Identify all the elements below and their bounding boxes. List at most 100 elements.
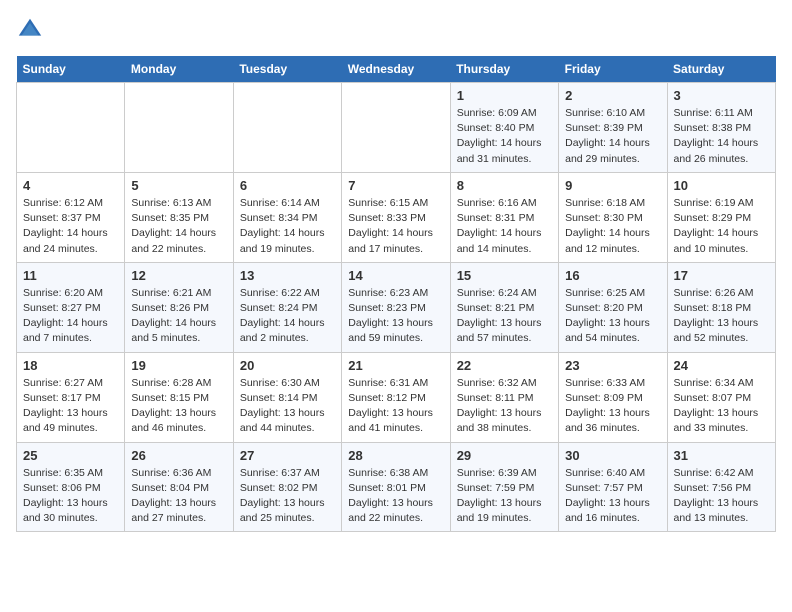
week-row-1: 1 Sunrise: 6:09 AM Sunset: 8:40 PM Daylig… bbox=[17, 83, 776, 173]
calendar-cell bbox=[342, 83, 450, 173]
day-number: 19 bbox=[131, 358, 226, 373]
calendar-cell: 19 Sunrise: 6:28 AM Sunset: 8:15 PM Dayli… bbox=[125, 352, 233, 442]
day-number: 25 bbox=[23, 448, 118, 463]
day-info: Sunrise: 6:40 AM Sunset: 7:57 PM Dayligh… bbox=[565, 466, 660, 527]
day-number: 31 bbox=[674, 448, 769, 463]
calendar-cell: 26 Sunrise: 6:36 AM Sunset: 8:04 PM Dayli… bbox=[125, 442, 233, 532]
week-row-4: 18Sunrise: 6:27 AM Sunset: 8:17 PM Dayli… bbox=[17, 352, 776, 442]
day-info: Sunrise: 6:19 AM Sunset: 8:29 PM Dayligh… bbox=[674, 196, 769, 257]
calendar-table: SundayMondayTuesdayWednesdayThursdayFrid… bbox=[16, 56, 776, 532]
day-number: 22 bbox=[457, 358, 552, 373]
day-info: Sunrise: 6:22 AM Sunset: 8:24 PM Dayligh… bbox=[240, 286, 335, 347]
day-info: Sunrise: 6:12 AM Sunset: 8:37 PM Dayligh… bbox=[23, 196, 118, 257]
page-header bbox=[16, 16, 776, 44]
calendar-cell: 20Sunrise: 6:30 AM Sunset: 8:14 PM Dayli… bbox=[233, 352, 341, 442]
calendar-cell: 24Sunrise: 6:34 AM Sunset: 8:07 PM Dayli… bbox=[667, 352, 775, 442]
day-info: Sunrise: 6:16 AM Sunset: 8:31 PM Dayligh… bbox=[457, 196, 552, 257]
calendar-cell: 10 Sunrise: 6:19 AM Sunset: 8:29 PM Dayli… bbox=[667, 172, 775, 262]
day-info: Sunrise: 6:27 AM Sunset: 8:17 PM Dayligh… bbox=[23, 376, 118, 437]
calendar-cell: 18Sunrise: 6:27 AM Sunset: 8:17 PM Dayli… bbox=[17, 352, 125, 442]
day-number: 10 bbox=[674, 178, 769, 193]
day-info: Sunrise: 6:24 AM Sunset: 8:21 PM Dayligh… bbox=[457, 286, 552, 347]
header-cell-thursday: Thursday bbox=[450, 56, 558, 83]
header-cell-wednesday: Wednesday bbox=[342, 56, 450, 83]
day-info: Sunrise: 6:23 AM Sunset: 8:23 PM Dayligh… bbox=[348, 286, 443, 347]
day-number: 13 bbox=[240, 268, 335, 283]
day-number: 17 bbox=[674, 268, 769, 283]
day-number: 26 bbox=[131, 448, 226, 463]
calendar-cell: 15 Sunrise: 6:24 AM Sunset: 8:21 PM Dayli… bbox=[450, 262, 558, 352]
calendar-cell: 4 Sunrise: 6:12 AM Sunset: 8:37 PM Daylig… bbox=[17, 172, 125, 262]
calendar-cell: 6Sunrise: 6:14 AM Sunset: 8:34 PM Daylig… bbox=[233, 172, 341, 262]
calendar-cell: 22 Sunrise: 6:32 AM Sunset: 8:11 PM Dayli… bbox=[450, 352, 558, 442]
calendar-cell: 16 Sunrise: 6:25 AM Sunset: 8:20 PM Dayli… bbox=[559, 262, 667, 352]
day-number: 28 bbox=[348, 448, 443, 463]
day-number: 21 bbox=[348, 358, 443, 373]
calendar-cell: 8 Sunrise: 6:16 AM Sunset: 8:31 PM Daylig… bbox=[450, 172, 558, 262]
calendar-cell: 27Sunrise: 6:37 AM Sunset: 8:02 PM Dayli… bbox=[233, 442, 341, 532]
calendar-cell: 7 Sunrise: 6:15 AM Sunset: 8:33 PM Daylig… bbox=[342, 172, 450, 262]
calendar-cell: 13 Sunrise: 6:22 AM Sunset: 8:24 PM Dayli… bbox=[233, 262, 341, 352]
day-number: 20 bbox=[240, 358, 335, 373]
day-info: Sunrise: 6:18 AM Sunset: 8:30 PM Dayligh… bbox=[565, 196, 660, 257]
day-number: 8 bbox=[457, 178, 552, 193]
day-info: Sunrise: 6:09 AM Sunset: 8:40 PM Dayligh… bbox=[457, 106, 552, 167]
day-info: Sunrise: 6:25 AM Sunset: 8:20 PM Dayligh… bbox=[565, 286, 660, 347]
calendar-cell: 17 Sunrise: 6:26 AM Sunset: 8:18 PM Dayli… bbox=[667, 262, 775, 352]
calendar-cell: 1 Sunrise: 6:09 AM Sunset: 8:40 PM Daylig… bbox=[450, 83, 558, 173]
day-number: 4 bbox=[23, 178, 118, 193]
day-number: 23 bbox=[565, 358, 660, 373]
day-info: Sunrise: 6:28 AM Sunset: 8:15 PM Dayligh… bbox=[131, 376, 226, 437]
calendar-cell: 21 Sunrise: 6:31 AM Sunset: 8:12 PM Dayli… bbox=[342, 352, 450, 442]
header-cell-monday: Monday bbox=[125, 56, 233, 83]
calendar-header: SundayMondayTuesdayWednesdayThursdayFrid… bbox=[17, 56, 776, 83]
calendar-cell: 12Sunrise: 6:21 AM Sunset: 8:26 PM Dayli… bbox=[125, 262, 233, 352]
day-number: 3 bbox=[674, 88, 769, 103]
day-number: 16 bbox=[565, 268, 660, 283]
calendar-cell bbox=[17, 83, 125, 173]
calendar-cell: 31 Sunrise: 6:42 AM Sunset: 7:56 PM Dayli… bbox=[667, 442, 775, 532]
calendar-cell: 5 Sunrise: 6:13 AM Sunset: 8:35 PM Daylig… bbox=[125, 172, 233, 262]
day-number: 11 bbox=[23, 268, 118, 283]
calendar-cell: 11Sunrise: 6:20 AM Sunset: 8:27 PM Dayli… bbox=[17, 262, 125, 352]
day-number: 2 bbox=[565, 88, 660, 103]
day-info: Sunrise: 6:35 AM Sunset: 8:06 PM Dayligh… bbox=[23, 466, 118, 527]
day-info: Sunrise: 6:31 AM Sunset: 8:12 PM Dayligh… bbox=[348, 376, 443, 437]
header-row: SundayMondayTuesdayWednesdayThursdayFrid… bbox=[17, 56, 776, 83]
day-info: Sunrise: 6:38 AM Sunset: 8:01 PM Dayligh… bbox=[348, 466, 443, 527]
day-info: Sunrise: 6:11 AM Sunset: 8:38 PM Dayligh… bbox=[674, 106, 769, 167]
day-number: 5 bbox=[131, 178, 226, 193]
day-number: 12 bbox=[131, 268, 226, 283]
day-number: 7 bbox=[348, 178, 443, 193]
week-row-2: 4 Sunrise: 6:12 AM Sunset: 8:37 PM Daylig… bbox=[17, 172, 776, 262]
day-info: Sunrise: 6:32 AM Sunset: 8:11 PM Dayligh… bbox=[457, 376, 552, 437]
day-info: Sunrise: 6:10 AM Sunset: 8:39 PM Dayligh… bbox=[565, 106, 660, 167]
calendar-cell: 14Sunrise: 6:23 AM Sunset: 8:23 PM Dayli… bbox=[342, 262, 450, 352]
calendar-cell: 28 Sunrise: 6:38 AM Sunset: 8:01 PM Dayli… bbox=[342, 442, 450, 532]
week-row-5: 25 Sunrise: 6:35 AM Sunset: 8:06 PM Dayli… bbox=[17, 442, 776, 532]
day-info: Sunrise: 6:14 AM Sunset: 8:34 PM Dayligh… bbox=[240, 196, 335, 257]
calendar-cell: 30 Sunrise: 6:40 AM Sunset: 7:57 PM Dayli… bbox=[559, 442, 667, 532]
day-info: Sunrise: 6:42 AM Sunset: 7:56 PM Dayligh… bbox=[674, 466, 769, 527]
day-number: 27 bbox=[240, 448, 335, 463]
day-info: Sunrise: 6:33 AM Sunset: 8:09 PM Dayligh… bbox=[565, 376, 660, 437]
logo-icon bbox=[16, 16, 44, 44]
day-number: 9 bbox=[565, 178, 660, 193]
header-cell-sunday: Sunday bbox=[17, 56, 125, 83]
calendar-cell: 2 Sunrise: 6:10 AM Sunset: 8:39 PM Daylig… bbox=[559, 83, 667, 173]
day-info: Sunrise: 6:36 AM Sunset: 8:04 PM Dayligh… bbox=[131, 466, 226, 527]
calendar-cell bbox=[233, 83, 341, 173]
calendar-cell: 9 Sunrise: 6:18 AM Sunset: 8:30 PM Daylig… bbox=[559, 172, 667, 262]
calendar-cell: 3 Sunrise: 6:11 AM Sunset: 8:38 PM Daylig… bbox=[667, 83, 775, 173]
day-info: Sunrise: 6:15 AM Sunset: 8:33 PM Dayligh… bbox=[348, 196, 443, 257]
day-info: Sunrise: 6:26 AM Sunset: 8:18 PM Dayligh… bbox=[674, 286, 769, 347]
day-number: 1 bbox=[457, 88, 552, 103]
day-number: 15 bbox=[457, 268, 552, 283]
day-number: 30 bbox=[565, 448, 660, 463]
day-number: 29 bbox=[457, 448, 552, 463]
day-info: Sunrise: 6:13 AM Sunset: 8:35 PM Dayligh… bbox=[131, 196, 226, 257]
calendar-cell: 25 Sunrise: 6:35 AM Sunset: 8:06 PM Dayli… bbox=[17, 442, 125, 532]
week-row-3: 11Sunrise: 6:20 AM Sunset: 8:27 PM Dayli… bbox=[17, 262, 776, 352]
day-info: Sunrise: 6:39 AM Sunset: 7:59 PM Dayligh… bbox=[457, 466, 552, 527]
header-cell-saturday: Saturday bbox=[667, 56, 775, 83]
